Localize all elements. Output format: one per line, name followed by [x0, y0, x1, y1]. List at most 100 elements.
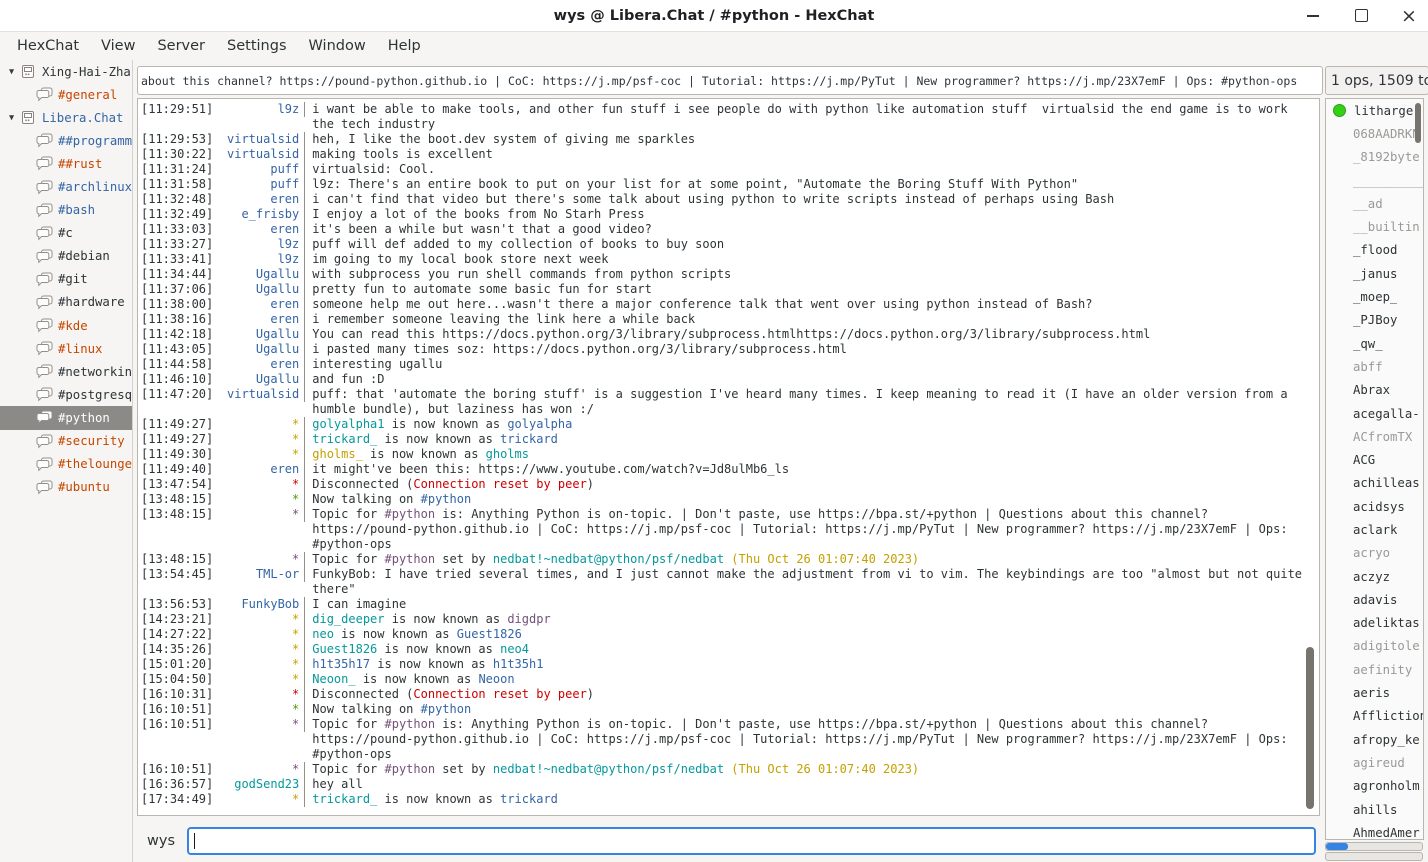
userlist-item[interactable]: acryo	[1326, 542, 1423, 565]
userlist-scrollbar[interactable]	[1415, 100, 1421, 836]
sidebar-item--ubuntu[interactable]: #ubuntu	[0, 476, 132, 499]
user-nick: agronholm	[1353, 779, 1420, 793]
minimize-icon[interactable]	[1304, 7, 1322, 25]
userlist-item[interactable]: afropy_ke	[1326, 728, 1423, 751]
nick: Ugallu	[213, 282, 305, 297]
message-text: Now talking on #python	[305, 702, 1319, 717]
nick: *	[213, 432, 305, 447]
userlist-item[interactable]: _janus	[1326, 262, 1423, 285]
userlist-item[interactable]: achilleas	[1326, 472, 1423, 495]
chat-scrollbar[interactable]	[1306, 100, 1314, 809]
userlist-item[interactable]: aclark	[1326, 518, 1423, 541]
menu-window[interactable]: Window	[298, 35, 377, 57]
sidebar-item-xing-hai-zhan[interactable]: ▼Xing-Hai-Zhan	[0, 60, 132, 83]
nick: l9z	[213, 102, 305, 117]
userlist-item[interactable]: _flood	[1326, 239, 1423, 262]
userlist-item[interactable]: __builtin	[1326, 215, 1423, 238]
sidebar-item--rust[interactable]: ##rust	[0, 152, 132, 175]
sidebar-item-label: #postgresql	[58, 388, 132, 402]
chat-line: [16:10:51]*Topic for #python is: Anythin…	[138, 717, 1319, 762]
message-input[interactable]	[187, 827, 1316, 855]
sidebar-item--postgresql[interactable]: #postgresql	[0, 383, 132, 406]
message-text: neo is now known as Guest1826	[305, 627, 1319, 642]
nick: eren	[213, 297, 305, 312]
text-caret	[194, 833, 195, 849]
userlist-item[interactable]: __ad	[1326, 192, 1423, 215]
userlist-item[interactable]: aefinity	[1326, 658, 1423, 681]
expander-triangle-icon[interactable]: ▼	[4, 113, 19, 123]
menu-settings[interactable]: Settings	[216, 35, 297, 57]
userlist-item[interactable]: ACfromTX	[1326, 425, 1423, 448]
userlist-item[interactable]: Affliction	[1326, 705, 1423, 728]
userlist-item[interactable]: _qw_	[1326, 332, 1423, 355]
userlist-item[interactable]: acidsys	[1326, 495, 1423, 518]
sidebar-item--programming[interactable]: ##programming	[0, 129, 132, 152]
userlist-scrollbar-thumb[interactable]	[1415, 103, 1421, 143]
sidebar-item-label: #kde	[58, 319, 88, 333]
sidebar-item--c[interactable]: #c	[0, 222, 132, 245]
chat-scrollbar-thumb[interactable]	[1306, 647, 1314, 809]
userlist-item[interactable]: abff	[1326, 355, 1423, 378]
userlist-item[interactable]: agronholm	[1326, 775, 1423, 798]
sidebar-item--networking[interactable]: #networking	[0, 360, 132, 383]
message-text: hey all	[305, 777, 1319, 792]
userlist-item[interactable]: Abrax	[1326, 379, 1423, 402]
userlist-item[interactable]: adigitole	[1326, 635, 1423, 658]
sidebar-item--kde[interactable]: #kde	[0, 314, 132, 337]
userlist-item[interactable]: ACG	[1326, 448, 1423, 471]
userlist-item[interactable]: 068AADRKN	[1326, 122, 1423, 145]
userlist-item[interactable]: aeris	[1326, 681, 1423, 704]
sidebar-item-libera-chat[interactable]: ▼Libera.Chat	[0, 106, 132, 129]
nick: e_frisby	[213, 207, 305, 222]
menu-view[interactable]: View	[90, 35, 146, 57]
sidebar-item--security[interactable]: #security	[0, 430, 132, 453]
topic-text: about this channel? https://pound-python…	[141, 74, 1297, 88]
userlist-item[interactable]: adeliktas	[1326, 612, 1423, 635]
sidebar-item--linux[interactable]: #linux	[0, 337, 132, 360]
topic-bar[interactable]: about this channel? https://pound-python…	[137, 66, 1323, 95]
user-count-badge: 1 ops, 1509 tot	[1325, 66, 1428, 95]
chat-line: [11:33:03]erenit's been a while but wasn…	[138, 222, 1319, 237]
sidebar-item--bash[interactable]: #bash	[0, 199, 132, 222]
userlist-item[interactable]: _8192byte	[1326, 146, 1423, 169]
expander-triangle-icon[interactable]: ▼	[4, 67, 19, 77]
close-icon[interactable]: ×	[1400, 7, 1418, 25]
menu-hexchat[interactable]: HexChat	[6, 35, 90, 57]
userlist-item[interactable]: ____________	[1326, 169, 1423, 192]
userlist-item[interactable]: litharge	[1326, 99, 1423, 122]
userlist-item[interactable]: agireud	[1326, 751, 1423, 774]
nick: *	[213, 552, 305, 567]
chat-line: [16:10:31]*Disconnected (Connection rese…	[138, 687, 1319, 702]
userlist-item[interactable]: adavis	[1326, 588, 1423, 611]
window-title: wys @ Libera.Chat / #python - HexChat	[554, 8, 875, 24]
menu-help[interactable]: Help	[377, 35, 432, 57]
sidebar-item--git[interactable]: #git	[0, 268, 132, 291]
timestamp: [11:49:27]	[141, 417, 213, 432]
timestamp: [13:47:54]	[141, 477, 213, 492]
user-nick: AhmedAmer	[1353, 826, 1420, 840]
timestamp: [11:44:58]	[141, 357, 213, 372]
chat-line: [14:35:26]*Guest1826 is now known as neo…	[138, 642, 1319, 657]
userlist-item[interactable]: _moep_	[1326, 285, 1423, 308]
userlist-item[interactable]: acegalla-	[1326, 402, 1423, 425]
own-nick-label[interactable]: wys	[147, 833, 175, 849]
userlist-item[interactable]: ahills	[1326, 798, 1423, 821]
chat-line: [11:49:30]*gholms_ is now known as gholm…	[138, 447, 1319, 462]
user-nick: ____________	[1353, 174, 1423, 188]
user-nick: __builtin	[1353, 220, 1420, 234]
sidebar-item--python[interactable]: #python	[0, 406, 132, 429]
menu-server[interactable]: Server	[146, 35, 216, 57]
channel-bubble-icon	[35, 295, 53, 310]
chat-line: [15:01:20]*h1t35h17 is now known as h1t3…	[138, 657, 1319, 672]
sidebar-item--thelounge[interactable]: #thelounge	[0, 453, 132, 476]
userlist-item[interactable]: AhmedAmer	[1326, 821, 1423, 840]
channel-bubble-icon	[35, 341, 53, 356]
userlist-item[interactable]: aczyz	[1326, 565, 1423, 588]
maximize-icon[interactable]	[1352, 7, 1370, 25]
userlist-item[interactable]: _PJBoy	[1326, 309, 1423, 332]
sidebar-item--archlinux[interactable]: #archlinux	[0, 175, 132, 198]
sidebar-item--debian[interactable]: #debian	[0, 245, 132, 268]
channel-bubble-icon	[35, 387, 53, 402]
sidebar-item--general[interactable]: #general	[0, 83, 132, 106]
sidebar-item--hardware[interactable]: #hardware	[0, 291, 132, 314]
